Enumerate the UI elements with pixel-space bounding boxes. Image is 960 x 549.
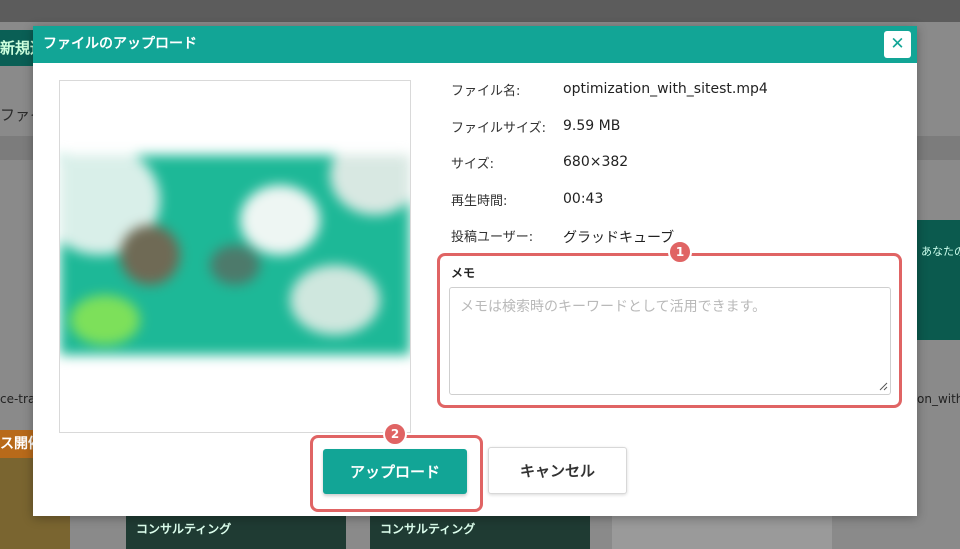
info-label-filename: ファイル名: [451,84,521,99]
info-value-filesize: 9.59 MB [563,118,621,134]
upload-button[interactable]: アップロード [323,449,467,494]
info-value-uploader: グラッドキューブ [563,230,675,246]
background-thumbnail [612,516,832,549]
background-topbar [0,0,960,22]
background-right-card: あなたの "ちょ [917,220,960,340]
step-badge-2: 2 [383,422,407,446]
background-left-thumbnail-tag: ス開催 [0,430,34,458]
video-preview [59,80,411,433]
info-value-dimensions: 680×382 [563,154,629,170]
background-right-caption: on_with [917,392,960,406]
close-icon: ✕ [890,34,905,54]
memo-highlight-frame [437,253,902,408]
upload-dialog: ファイルのアップロード ✕ ファイル名: optimization_with_s… [33,26,917,516]
background-thumbnail: コンサルティング [126,516,346,549]
background-left-caption: ce-tran [0,392,34,406]
cancel-button[interactable]: キャンセル [488,447,627,494]
info-value-filename: optimization_with_sitest.mp4 [563,81,768,97]
info-label-filesize: ファイルサイズ: [451,121,546,136]
background-thumbnail: コンサルティング [370,516,590,549]
info-label-dimensions: サイズ: [451,157,494,172]
info-label-uploader: 投稿ユーザー: [451,230,534,245]
video-thumbnail [60,155,410,355]
step-badge-1: 1 [668,240,692,264]
dialog-header: ファイルのアップロード ✕ [33,26,917,63]
background-section-label: ファイ [0,106,34,124]
dialog-title: ファイルのアップロード [43,36,197,52]
close-button[interactable]: ✕ [884,31,911,58]
background-new-button: 新規追 [0,30,34,66]
info-label-duration: 再生時間: [451,194,508,209]
info-value-duration: 00:43 [563,191,604,207]
